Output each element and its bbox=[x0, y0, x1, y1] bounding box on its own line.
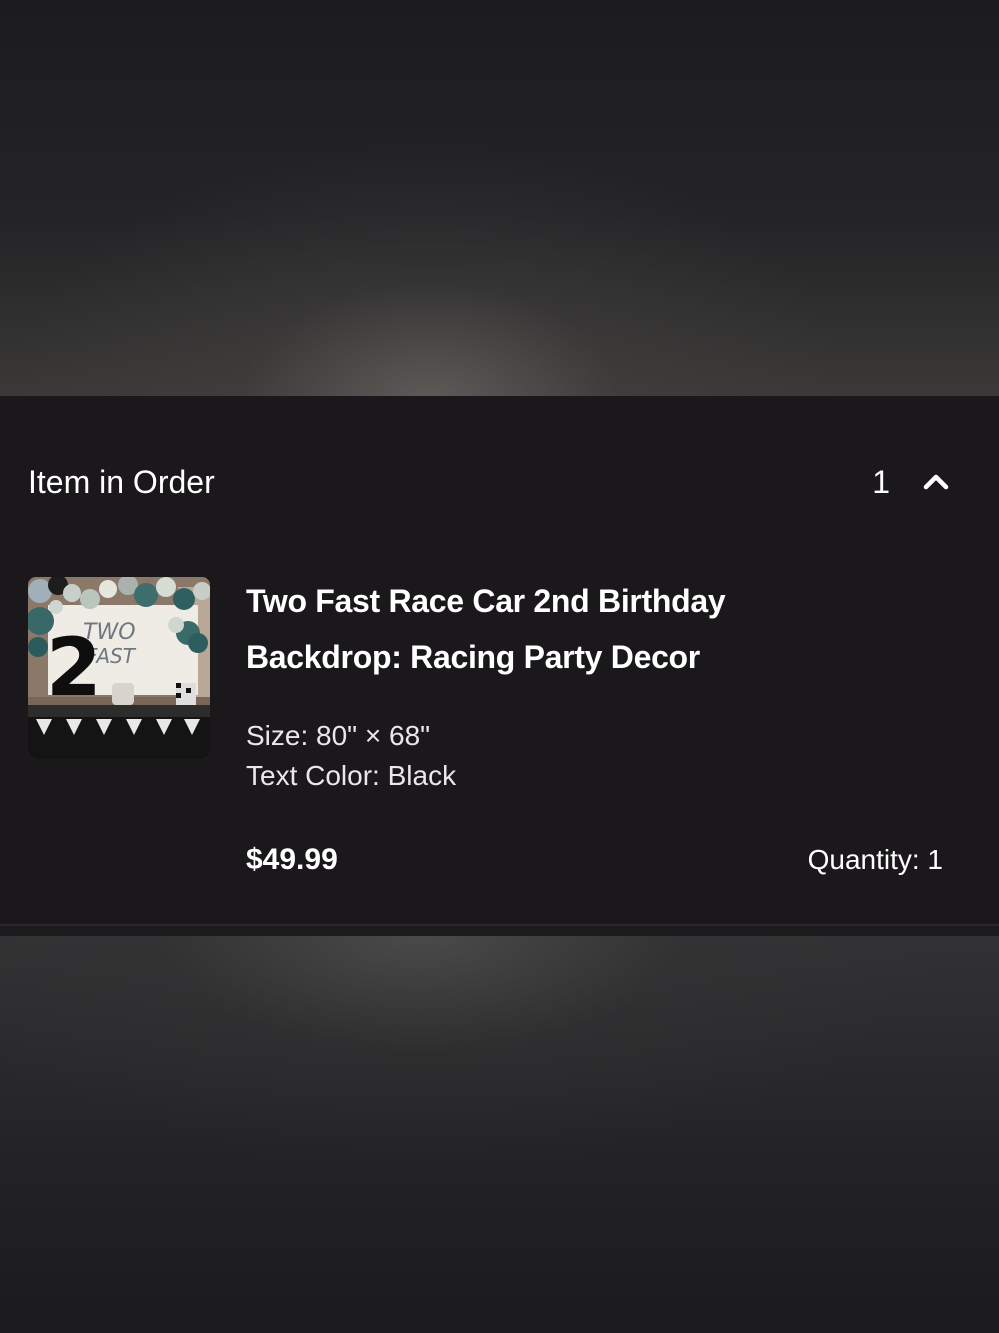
order-items-header[interactable]: Item in Order 1 bbox=[28, 462, 950, 502]
product-image: TWO FAST 2 bbox=[28, 577, 210, 759]
product-title[interactable]: Two Fast Race Car 2nd Birthday Backdrop:… bbox=[246, 573, 846, 685]
background-top bbox=[0, 0, 999, 396]
number-balloon: 2 bbox=[46, 621, 102, 714]
divider bbox=[0, 924, 999, 926]
section-title: Item in Order bbox=[28, 464, 215, 500]
item-price: $49.99 bbox=[246, 843, 338, 876]
item-quantity: Quantity: 1 bbox=[807, 844, 943, 875]
item-count: 1 bbox=[872, 464, 890, 500]
background-bottom bbox=[0, 936, 999, 1333]
product-title-line-2: Backdrop: Racing Party Decor bbox=[246, 639, 700, 675]
product-title-line-1: Two Fast Race Car 2nd Birthday bbox=[246, 583, 726, 619]
chevron-up-icon[interactable] bbox=[922, 468, 950, 496]
variation-size: Size: 80" × 68" bbox=[246, 720, 431, 751]
product-thumbnail[interactable]: TWO FAST 2 bbox=[28, 577, 210, 759]
variation-text-color: Text Color: Black bbox=[246, 760, 457, 791]
